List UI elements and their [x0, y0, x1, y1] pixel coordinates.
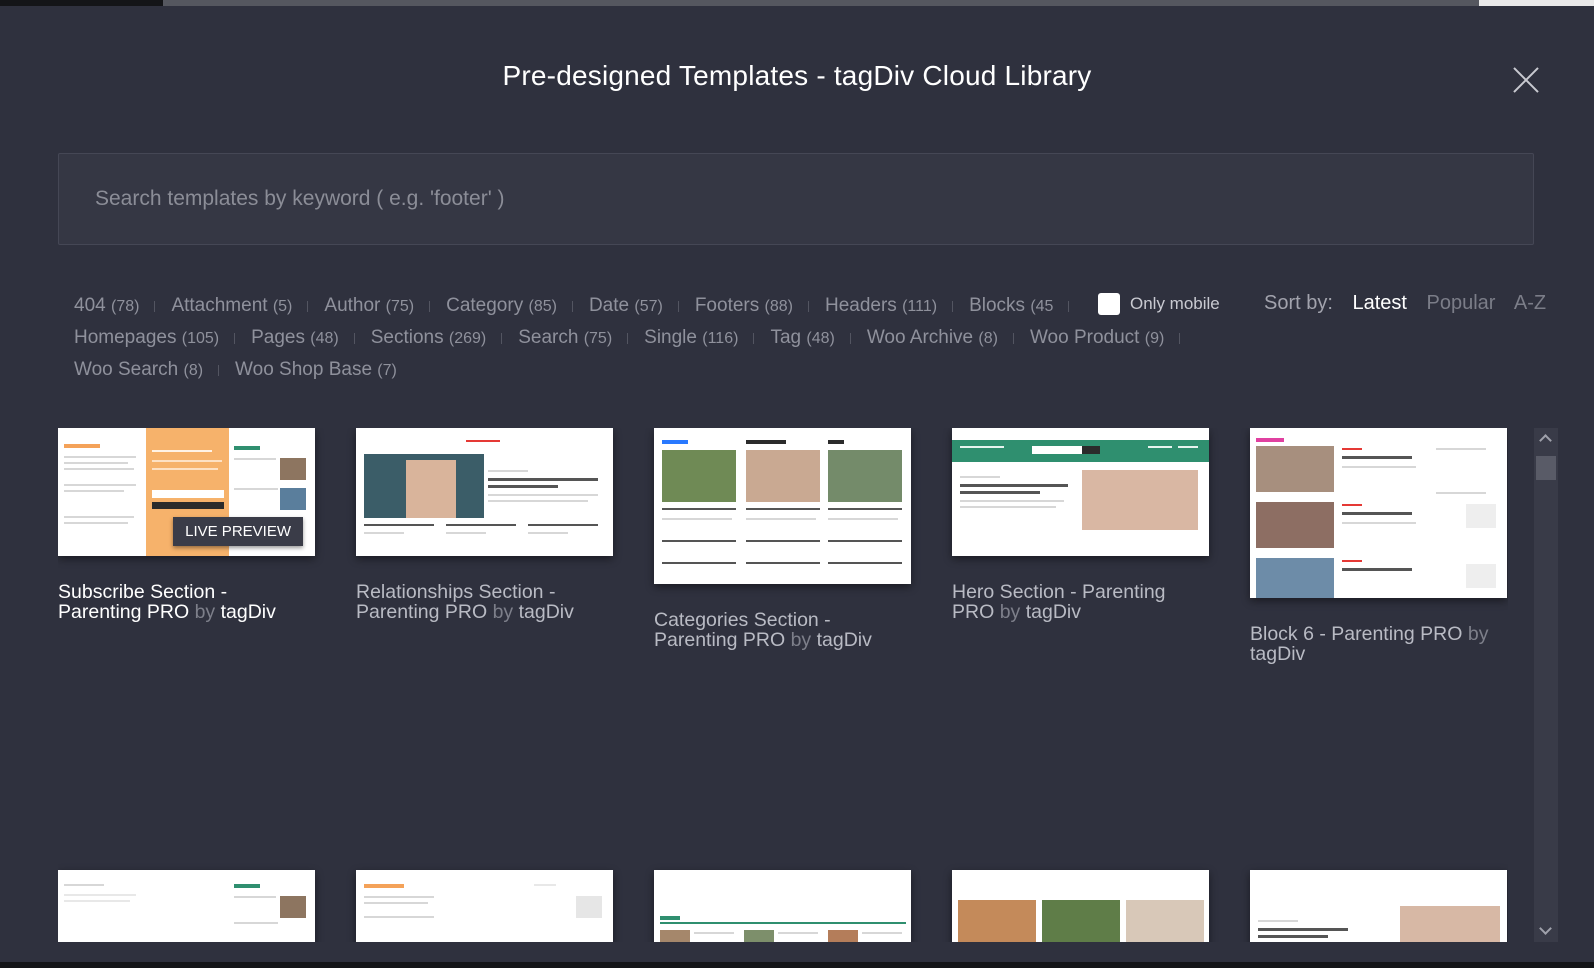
template-thumbnail[interactable]: [1250, 428, 1507, 598]
filter-sections[interactable]: Sections (269): [355, 322, 503, 354]
sort-option-az[interactable]: A-Z: [1514, 292, 1546, 314]
template-card[interactable]: Hero Section - Parenting PRO by tagDiv: [952, 428, 1209, 622]
top-strip-dark: [0, 0, 163, 6]
filter-date[interactable]: Date (57): [573, 290, 679, 322]
template-card[interactable]: [1250, 870, 1507, 942]
filter-single[interactable]: Single (116): [628, 322, 755, 354]
filter-woo-search[interactable]: Woo Search (8): [58, 354, 220, 386]
filter-homepages[interactable]: Homepages (105): [58, 322, 236, 354]
scroll-thumb[interactable]: [1536, 456, 1556, 480]
filter-woo-shop-base[interactable]: Woo Shop Base (7): [219, 354, 413, 386]
template-card[interactable]: [356, 870, 613, 942]
live-preview-button[interactable]: LIVE PREVIEW: [173, 517, 303, 546]
template-thumbnail[interactable]: LIVE PREVIEW: [58, 428, 315, 556]
template-card[interactable]: [654, 870, 911, 942]
template-thumbnail[interactable]: [356, 428, 613, 556]
filter-headers[interactable]: Headers (111): [809, 290, 954, 322]
template-grid: LIVE PREVIEW Subscribe Section - Parenti…: [58, 428, 1508, 942]
modal-title: Pre-designed Templates - tagDiv Cloud Li…: [502, 60, 1092, 91]
template-title[interactable]: Relationships Section - Parenting PRO by…: [356, 582, 613, 622]
template-thumbnail[interactable]: [952, 870, 1209, 942]
only-mobile-label: Only mobile: [1130, 294, 1220, 313]
filter-blocks[interactable]: Blocks (45: [953, 290, 1070, 322]
template-thumbnail[interactable]: [1250, 870, 1507, 942]
template-title[interactable]: Categories Section - Parenting PRO by ta…: [654, 610, 911, 650]
template-card[interactable]: [952, 870, 1209, 942]
browser-bottom-strip: [0, 962, 1594, 968]
close-icon[interactable]: [1512, 66, 1540, 94]
filter-footers[interactable]: Footers (88): [679, 290, 810, 322]
filter-404[interactable]: 404 (78): [58, 290, 156, 322]
filter-attachment[interactable]: Attachment (5): [155, 290, 309, 322]
filter-pages[interactable]: Pages (48): [235, 322, 355, 354]
template-card[interactable]: [58, 870, 315, 942]
template-scrollbar[interactable]: [1534, 428, 1558, 942]
filter-category[interactable]: Category (85): [430, 290, 573, 322]
template-title[interactable]: Hero Section - Parenting PRO by tagDiv: [952, 582, 1209, 622]
search-input[interactable]: [58, 153, 1534, 245]
sort-option-popular[interactable]: Popular: [1427, 292, 1496, 314]
template-thumbnail[interactable]: [654, 428, 911, 584]
only-mobile-checkbox[interactable]: [1098, 293, 1120, 315]
sort-by-label: Sort by:: [1264, 292, 1333, 314]
template-thumbnail[interactable]: [356, 870, 613, 942]
browser-top-strip: [0, 0, 1594, 6]
filter-author[interactable]: Author (75): [308, 290, 430, 322]
template-title[interactable]: Block 6 - Parenting PRO by tagDiv: [1250, 624, 1507, 664]
template-card[interactable]: Categories Section - Parenting PRO by ta…: [654, 428, 911, 650]
template-card[interactable]: LIVE PREVIEW Subscribe Section - Parenti…: [58, 428, 315, 622]
filter-woo-archive[interactable]: Woo Archive (8): [851, 322, 1015, 354]
filter-woo-product[interactable]: Woo Product (9): [1014, 322, 1181, 354]
template-title[interactable]: Subscribe Section - Parenting PRO by tag…: [58, 582, 315, 622]
category-filters: 404 (78) Attachment (5) Author (75) Categor…: [58, 290, 1228, 386]
template-thumbnail[interactable]: [654, 870, 911, 942]
template-card[interactable]: Relationships Section - Parenting PRO by…: [356, 428, 613, 622]
template-thumbnail[interactable]: [58, 870, 315, 942]
sort-option-latest[interactable]: Latest: [1352, 292, 1406, 314]
scroll-down-arrow-icon[interactable]: [1534, 922, 1558, 942]
only-mobile-toggle: Only mobile: [1098, 293, 1220, 315]
top-strip-right: [1479, 0, 1594, 6]
sort-by: Sort by: Latest Popular A-Z: [1264, 292, 1560, 315]
template-thumbnail[interactable]: [952, 428, 1209, 556]
filter-tag[interactable]: Tag (48): [754, 322, 852, 354]
filter-search[interactable]: Search (75): [502, 322, 629, 354]
template-card[interactable]: Block 6 - Parenting PRO by tagDiv: [1250, 428, 1507, 664]
scroll-up-arrow-icon[interactable]: [1534, 428, 1558, 448]
